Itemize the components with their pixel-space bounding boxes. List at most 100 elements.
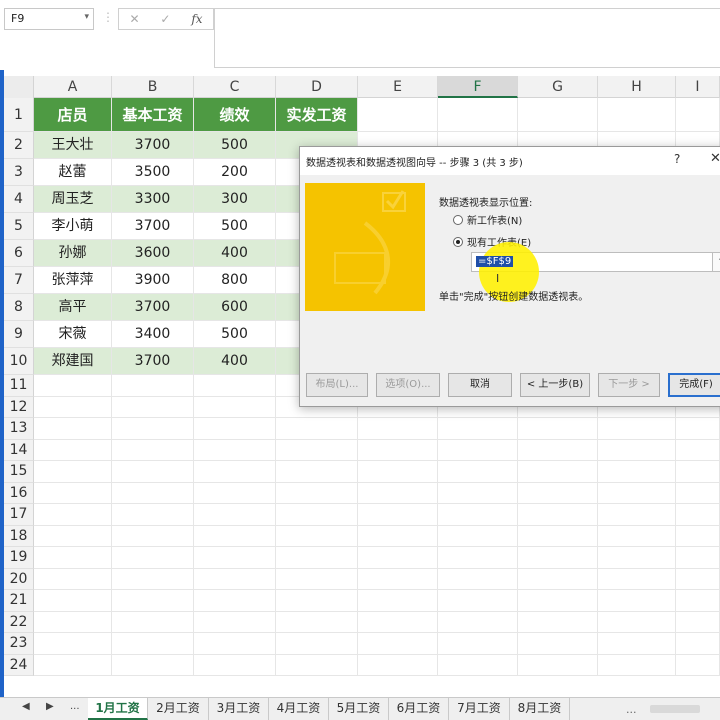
grid-cell[interactable] <box>358 611 438 633</box>
sheet-tab[interactable]: 5月工资 <box>329 698 389 720</box>
row-header-21[interactable]: 21 <box>4 590 34 612</box>
grid-cell[interactable] <box>194 439 276 461</box>
grid-cell[interactable] <box>438 504 518 526</box>
grid-cell[interactable] <box>194 461 276 483</box>
grid-cell[interactable] <box>598 525 676 547</box>
table-cell[interactable]: 3600 <box>112 240 194 267</box>
cancel-icon[interactable]: ✕ <box>129 12 139 26</box>
table-cell[interactable]: 400 <box>194 348 276 375</box>
grid-cell[interactable] <box>598 504 676 526</box>
grid-cell[interactable] <box>112 439 194 461</box>
table-cell[interactable]: 周玉芝 <box>34 186 112 213</box>
row-header-13[interactable]: 13 <box>4 418 34 440</box>
grid-cell[interactable] <box>34 568 112 590</box>
grid-cell[interactable] <box>34 633 112 655</box>
grid-cell[interactable] <box>194 504 276 526</box>
radio-new-worksheet[interactable]: 新工作表(N) <box>453 212 522 227</box>
grid-cell[interactable] <box>276 461 358 483</box>
row-header-24[interactable]: 24 <box>4 654 34 676</box>
grid-cell[interactable] <box>598 568 676 590</box>
row-header-17[interactable]: 17 <box>4 504 34 526</box>
grid-cell[interactable] <box>676 654 720 676</box>
sheet-tab[interactable]: 4月工资 <box>269 698 329 720</box>
next-sheet-icon[interactable]: ▶ <box>46 701 54 712</box>
sheet-tab[interactable]: 3月工资 <box>209 698 269 720</box>
grid-cell[interactable] <box>598 633 676 655</box>
grid-cell[interactable] <box>676 633 720 655</box>
column-header-i[interactable]: I <box>676 76 720 98</box>
grid-cell[interactable] <box>194 568 276 590</box>
grid-cell[interactable] <box>358 654 438 676</box>
grid-cell[interactable] <box>598 611 676 633</box>
table-cell[interactable]: 300 <box>194 186 276 213</box>
grid-cell[interactable] <box>112 482 194 504</box>
grid-cell[interactable] <box>194 590 276 612</box>
row-header-19[interactable]: 19 <box>4 547 34 569</box>
grid-cell[interactable] <box>358 98 438 132</box>
grid-cell[interactable] <box>358 568 438 590</box>
grid-cell[interactable] <box>194 418 276 440</box>
check-icon[interactable]: ✓ <box>160 12 170 26</box>
column-header-h[interactable]: H <box>598 76 676 98</box>
close-icon[interactable]: ✕ <box>710 151 720 166</box>
grid-cell[interactable] <box>438 633 518 655</box>
grid-cell[interactable] <box>676 590 720 612</box>
grid-cell[interactable] <box>34 547 112 569</box>
grid-cell[interactable] <box>34 654 112 676</box>
grid-cell[interactable] <box>276 547 358 569</box>
grid-cell[interactable] <box>194 547 276 569</box>
grid-cell[interactable] <box>438 525 518 547</box>
grid-cell[interactable] <box>34 439 112 461</box>
grid-cell[interactable] <box>518 568 598 590</box>
grid-cell[interactable] <box>276 504 358 526</box>
horizontal-scrollbar[interactable] <box>650 705 700 713</box>
grid-cell[interactable] <box>598 482 676 504</box>
grid-cell[interactable] <box>34 525 112 547</box>
grid-cell[interactable] <box>194 611 276 633</box>
grid-cell[interactable] <box>518 504 598 526</box>
grid-cell[interactable] <box>676 611 720 633</box>
grid-cell[interactable] <box>112 590 194 612</box>
table-cell[interactable]: 王大壮 <box>34 132 112 159</box>
grid-cell[interactable] <box>358 482 438 504</box>
grid-cell[interactable] <box>438 439 518 461</box>
row-header-15[interactable]: 15 <box>4 461 34 483</box>
row-header-8[interactable]: 8 <box>4 294 34 321</box>
grid-cell[interactable] <box>518 547 598 569</box>
grid-cell[interactable] <box>676 568 720 590</box>
grid-cell[interactable] <box>112 547 194 569</box>
grid-cell[interactable] <box>438 482 518 504</box>
row-header-12[interactable]: 12 <box>4 396 34 418</box>
grid-cell[interactable] <box>194 654 276 676</box>
row-header-1[interactable]: 1 <box>4 98 34 132</box>
chevron-down-icon[interactable]: ▾ <box>84 12 89 22</box>
grid-cell[interactable] <box>276 525 358 547</box>
next-button[interactable]: 下一步 > <box>598 373 660 397</box>
grid-cell[interactable] <box>676 482 720 504</box>
table-cell[interactable]: 李小萌 <box>34 213 112 240</box>
grid-cell[interactable] <box>276 418 358 440</box>
grid-cell[interactable] <box>598 654 676 676</box>
grid-cell[interactable] <box>34 418 112 440</box>
table-cell[interactable]: 3900 <box>112 267 194 294</box>
row-header-20[interactable]: 20 <box>4 568 34 590</box>
table-header-cell[interactable]: 店员 <box>34 98 112 132</box>
grid-cell[interactable] <box>518 98 598 132</box>
grid-cell[interactable] <box>112 504 194 526</box>
layout-button[interactable]: 布局(L)... <box>306 373 368 397</box>
grid-cell[interactable] <box>112 418 194 440</box>
table-cell[interactable]: 3500 <box>112 159 194 186</box>
grid-cell[interactable] <box>358 439 438 461</box>
table-header-cell[interactable]: 实发工资 <box>276 98 358 132</box>
table-cell[interactable]: 500 <box>194 213 276 240</box>
grid-cell[interactable] <box>194 375 276 397</box>
grid-cell[interactable] <box>598 439 676 461</box>
sheet-tab[interactable]: 8月工资 <box>510 698 570 720</box>
row-header-6[interactable]: 6 <box>4 240 34 267</box>
sheet-tab[interactable]: 1月工资 <box>88 698 148 720</box>
select-all-corner[interactable] <box>4 76 34 98</box>
column-header-f[interactable]: F <box>438 76 518 98</box>
column-header-d[interactable]: D <box>276 76 358 98</box>
grid-cell[interactable] <box>438 418 518 440</box>
grid-cell[interactable] <box>358 504 438 526</box>
